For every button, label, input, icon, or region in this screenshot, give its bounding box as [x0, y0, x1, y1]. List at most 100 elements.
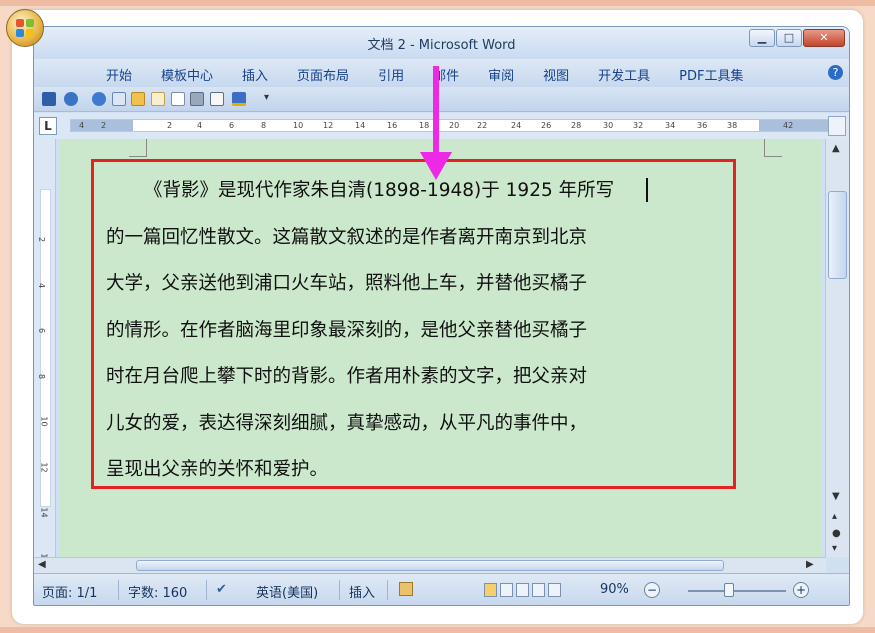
quick-access-toolbar: ▾ — [34, 87, 849, 112]
close-button[interactable]: ✕ — [803, 29, 845, 47]
ruler-label: 10 — [293, 121, 304, 130]
outline-view-icon[interactable] — [532, 583, 545, 597]
menu-item-9[interactable]: PDF工具集 — [679, 65, 743, 84]
web-layout-view-icon[interactable] — [516, 583, 529, 597]
ruler-label: 14 — [355, 121, 366, 130]
next-page-icon[interactable]: ▾ — [832, 543, 837, 554]
window-controls: ▁ □ ✕ — [748, 29, 845, 47]
tab-selector-button[interactable]: L — [39, 117, 57, 135]
text-line: 的一篇回忆性散文。这篇散文叙述的是作者离开南京到北京 — [106, 226, 588, 248]
printer-icon[interactable] — [190, 92, 204, 106]
ruler-label: 38 — [727, 121, 738, 130]
page-count[interactable]: 页面: 1/1 — [42, 582, 97, 601]
menu-item-2[interactable]: 插入 — [242, 65, 268, 84]
menu-item-6[interactable]: 审阅 — [488, 65, 514, 84]
customize-toolbar-icon[interactable]: ▾ — [264, 92, 274, 106]
ruler-label: 8 — [261, 121, 267, 130]
font-color-icon[interactable] — [232, 92, 246, 106]
menu-item-1[interactable]: 模板中心 — [161, 65, 213, 84]
text-line: 儿女的爱，表达得深刻细腻，真挚感动，从平凡的事件中， — [106, 412, 588, 434]
zoom-level[interactable]: 90% — [600, 582, 629, 597]
previous-page-icon[interactable]: ▴ — [832, 511, 837, 522]
scroll-down-icon[interactable]: ▼ — [832, 491, 840, 502]
print-preview-icon[interactable] — [112, 92, 126, 106]
zoom-out-button[interactable]: − — [644, 582, 660, 598]
document-text[interactable]: 《背影》是现代作家朱自清(1898-1948)于 1925 年所写的一篇回忆性散… — [106, 168, 726, 494]
office-logo-icon — [16, 19, 34, 37]
annotation-arrow — [433, 66, 439, 162]
menu-item-8[interactable]: 开发工具 — [598, 65, 650, 84]
maximize-button[interactable]: □ — [776, 29, 802, 47]
menu-item-7[interactable]: 视图 — [543, 65, 569, 84]
minimize-button[interactable]: ▁ — [749, 29, 775, 47]
text-cursor — [646, 178, 648, 202]
macro-record-icon[interactable] — [399, 582, 413, 596]
new-document-icon[interactable] — [151, 92, 165, 106]
window-title: 文档 2 - Microsoft Word — [367, 38, 516, 53]
save-icon[interactable] — [42, 92, 56, 106]
zoom-in-button[interactable]: + — [793, 582, 809, 598]
vertical-ruler-label: 2 — [37, 236, 47, 243]
language-indicator[interactable]: 英语(美国) — [256, 582, 318, 601]
blank-page-icon[interactable] — [171, 92, 185, 106]
browse-object-icon[interactable]: ● — [832, 528, 841, 539]
ruler-label: 12 — [323, 121, 334, 130]
ruler-label: 32 — [633, 121, 644, 130]
text-line: 时在月台爬上攀下时的背影。作者用朴素的文字，把父亲对 — [106, 366, 588, 387]
horizontal-ruler[interactable]: 4 2 2 4 6 8 10 12 14 16 18 20 22 24 26 28 30 32 34 36 38 42 — [70, 119, 830, 132]
insert-mode[interactable]: 插入 — [349, 582, 375, 601]
vertical-ruler-label: 14 — [39, 507, 49, 518]
ruler-label: 2 — [167, 121, 173, 130]
help-icon[interactable]: ? — [828, 65, 843, 80]
vertical-ruler: 246810121416 — [34, 139, 56, 563]
word-count[interactable]: 字数: 160 — [128, 582, 187, 601]
vertical-scroll-thumb[interactable] — [828, 191, 847, 279]
view-ruler-button[interactable] — [828, 116, 846, 136]
text-line: 《背影》是现代作家朱自清(1898-1948)于 1925 年所写 — [144, 180, 615, 201]
zoom-slider-thumb[interactable] — [724, 583, 734, 597]
ruler-label: 36 — [697, 121, 708, 130]
draft-view-icon[interactable] — [548, 583, 561, 597]
ruler-label: 22 — [477, 121, 488, 130]
ruler-label: 4 — [197, 121, 203, 130]
menu-items: 开始 模板中心 插入 页面布局 引用 邮件 审阅 视图 开发工具 PDF工具集 — [106, 65, 772, 84]
crop-mark — [129, 139, 147, 157]
redo-icon[interactable] — [92, 92, 106, 106]
highlight-pen-icon[interactable] — [210, 92, 224, 106]
ruler-label: 24 — [511, 121, 522, 130]
zoom-slider-track[interactable] — [688, 590, 786, 592]
scroll-up-icon[interactable]: ▲ — [832, 143, 840, 154]
undo-icon[interactable] — [64, 92, 78, 106]
ruler-label: 42 — [783, 121, 794, 130]
title-bar: 文档 2 - Microsoft Word ▁ □ ✕ — [34, 27, 849, 59]
ruler-label: 6 — [229, 121, 235, 130]
ruler-label: 20 — [449, 121, 460, 130]
ruler-label: 28 — [571, 121, 582, 130]
open-folder-icon[interactable] — [131, 92, 145, 106]
ruler-label: 30 — [603, 121, 614, 130]
reading-view-icon[interactable] — [500, 583, 513, 597]
ruler-label: 2 — [101, 121, 107, 130]
office-button[interactable] — [6, 9, 44, 47]
horizontal-ruler-row: L 4 2 2 4 6 8 10 12 14 16 18 20 22 24 26 28 30 32 34 36 38 42 — [34, 113, 849, 139]
status-bar: 页面: 1/1 字数: 160 ✔ 英语(美国) 插入 90% − + — [34, 573, 849, 605]
ruler-label: 34 — [665, 121, 676, 130]
print-layout-view-icon[interactable] — [484, 583, 497, 597]
menu-item-4[interactable]: 引用 — [378, 65, 404, 84]
scroll-left-icon[interactable]: ◀ — [38, 559, 46, 570]
ruler-label: 16 — [387, 121, 398, 130]
horizontal-scrollbar[interactable]: ◀ ▶ — [34, 557, 826, 573]
vertical-scrollbar[interactable]: ▲ ▼ ▴ ● ▾ — [825, 139, 849, 557]
menu-item-3[interactable]: 页面布局 — [297, 65, 349, 84]
crop-mark — [764, 139, 782, 157]
proofing-icon[interactable]: ✔ — [216, 582, 227, 597]
vertical-ruler-label: 12 — [39, 461, 49, 473]
horizontal-scroll-thumb[interactable] — [136, 560, 724, 571]
scroll-right-icon[interactable]: ▶ — [806, 559, 814, 570]
menu-item-0[interactable]: 开始 — [106, 65, 132, 84]
text-line: 呈现出父亲的关怀和爱护。 — [106, 459, 329, 480]
vertical-ruler-label: 10 — [39, 416, 49, 427]
vertical-ruler-label: 6 — [37, 327, 47, 334]
text-line: 大学，父亲送他到浦口火车站，照料他上车，并替他买橘子 — [106, 273, 588, 294]
ruler-label: 26 — [541, 121, 552, 130]
